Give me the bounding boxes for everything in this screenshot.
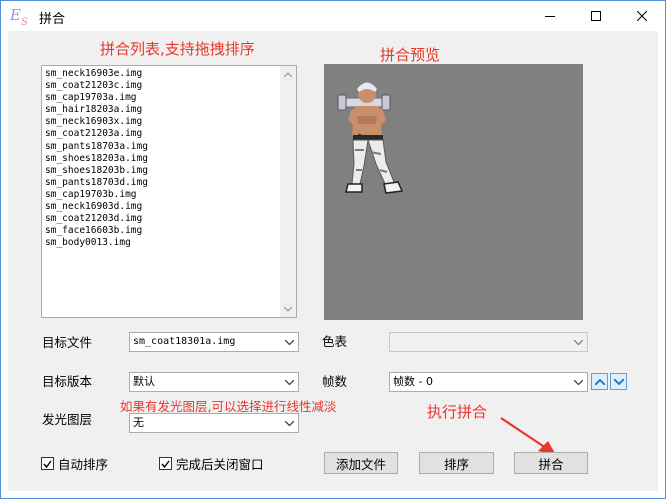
maximize-button[interactable] — [573, 1, 619, 31]
close-after-label: 完成后关闭窗口 — [176, 457, 264, 472]
list-item[interactable]: sm_neck16903e.img — [45, 68, 296, 80]
scroll-up-arrow[interactable] — [280, 66, 296, 82]
glow-layer-value: 无 — [133, 416, 144, 429]
frame-value: 帧数 - 0 — [393, 375, 433, 388]
checkbox-box — [41, 457, 54, 470]
list-item[interactable]: sm_cap19703a.img — [45, 92, 296, 104]
list-item[interactable]: sm_shoes18203b.img — [45, 165, 296, 177]
merge-file-list[interactable]: sm_neck16903e.img sm_coat21203c.img sm_cap… — [41, 65, 297, 318]
chevron-down-icon — [571, 335, 585, 349]
chevron-down-icon — [282, 335, 296, 349]
list-item[interactable]: sm_face16603b.img — [45, 225, 296, 237]
minimize-button[interactable] — [527, 1, 573, 31]
merge-button[interactable]: 拼合 — [514, 452, 588, 474]
checkmark-icon — [161, 460, 170, 468]
list-item[interactable]: sm_coat21203d.img — [45, 213, 296, 225]
frame-select[interactable]: 帧数 - 0 — [389, 372, 588, 392]
window-title: 拼合 — [39, 12, 66, 27]
list-item[interactable]: sm_coat21203c.img — [45, 80, 296, 92]
palette-label: 色表 — [322, 334, 348, 349]
close-icon — [637, 11, 647, 21]
merge-hint: 执行拼合 — [427, 403, 488, 421]
maximize-icon — [591, 11, 601, 21]
glow-layer-label: 发光图层 — [42, 412, 93, 427]
chevron-down-icon — [284, 306, 292, 312]
chevron-up-icon — [284, 71, 292, 77]
dialog-body: 拼合列表,支持拖拽排序 拼合预览 sm_neck16903e.img sm_coa… — [8, 31, 658, 491]
preview-hint: 拼合预览 — [380, 46, 441, 64]
list-item[interactable]: sm_neck16903x.img — [45, 116, 296, 128]
list-item[interactable]: sm_coat21203a.img — [45, 128, 296, 140]
target-version-value: 默认 — [133, 375, 155, 388]
list-item[interactable]: sm_hair18203a.img — [45, 104, 296, 116]
minimize-icon — [545, 16, 555, 17]
frame-label: 帧数 — [322, 374, 348, 389]
close-after-checkbox[interactable]: 完成后关闭窗口 — [159, 454, 264, 473]
chevron-down-icon — [571, 375, 585, 389]
auto-sort-label: 自动排序 — [58, 457, 109, 472]
svg-text:E: E — [9, 6, 21, 24]
frame-next-button[interactable] — [610, 373, 627, 390]
list-hint: 拼合列表,支持拖拽排序 — [100, 40, 255, 58]
chevron-down-icon — [282, 416, 296, 430]
close-button[interactable] — [619, 1, 665, 31]
merge-window: E S 拼合 拼合列表,支持拖拽排序 拼合预览 sm_neck16903e.im… — [0, 0, 666, 499]
chevron-down-icon — [282, 375, 296, 389]
frame-prev-button[interactable] — [591, 373, 608, 390]
scroll-down-arrow[interactable] — [280, 301, 296, 317]
merge-preview — [324, 64, 583, 320]
glow-layer-select[interactable]: 无 — [129, 413, 299, 433]
chevron-down-icon — [613, 378, 624, 385]
list-scrollbar[interactable] — [280, 66, 296, 317]
add-file-button[interactable]: 添加文件 — [324, 452, 398, 474]
sprite-figure — [337, 82, 404, 194]
es-app-icon: E S — [9, 6, 28, 26]
title-bar[interactable]: E S 拼合 — [1, 1, 665, 31]
chevron-up-icon — [594, 378, 605, 385]
list-item[interactable]: sm_pants18703a.img — [45, 141, 296, 153]
target-file-label: 目标文件 — [42, 335, 93, 350]
list-item[interactable]: sm_pants18703d.img — [45, 177, 296, 189]
palette-select[interactable] — [389, 332, 588, 352]
list-item[interactable]: sm_shoes18203a.img — [45, 153, 296, 165]
auto-sort-checkbox[interactable]: 自动排序 — [41, 454, 108, 473]
target-version-select[interactable]: 默认 — [129, 372, 299, 392]
checkbox-box — [159, 457, 172, 470]
sort-button[interactable]: 排序 — [419, 452, 494, 474]
file-list-items: sm_neck16903e.img sm_coat21203c.img sm_cap… — [42, 66, 296, 249]
character-sprite — [337, 82, 404, 194]
list-item[interactable]: sm_body0013.img — [45, 237, 296, 249]
target-file-select[interactable]: sm_coat18301a.img — [129, 332, 299, 352]
target-file-value: sm_coat18301a.img — [133, 336, 236, 347]
svg-text:S: S — [21, 17, 28, 26]
checkmark-icon — [43, 460, 52, 468]
target-version-label: 目标版本 — [42, 374, 93, 389]
list-item[interactable]: sm_neck16903d.img — [45, 201, 296, 213]
list-item[interactable]: sm_cap19703b.img — [45, 189, 296, 201]
